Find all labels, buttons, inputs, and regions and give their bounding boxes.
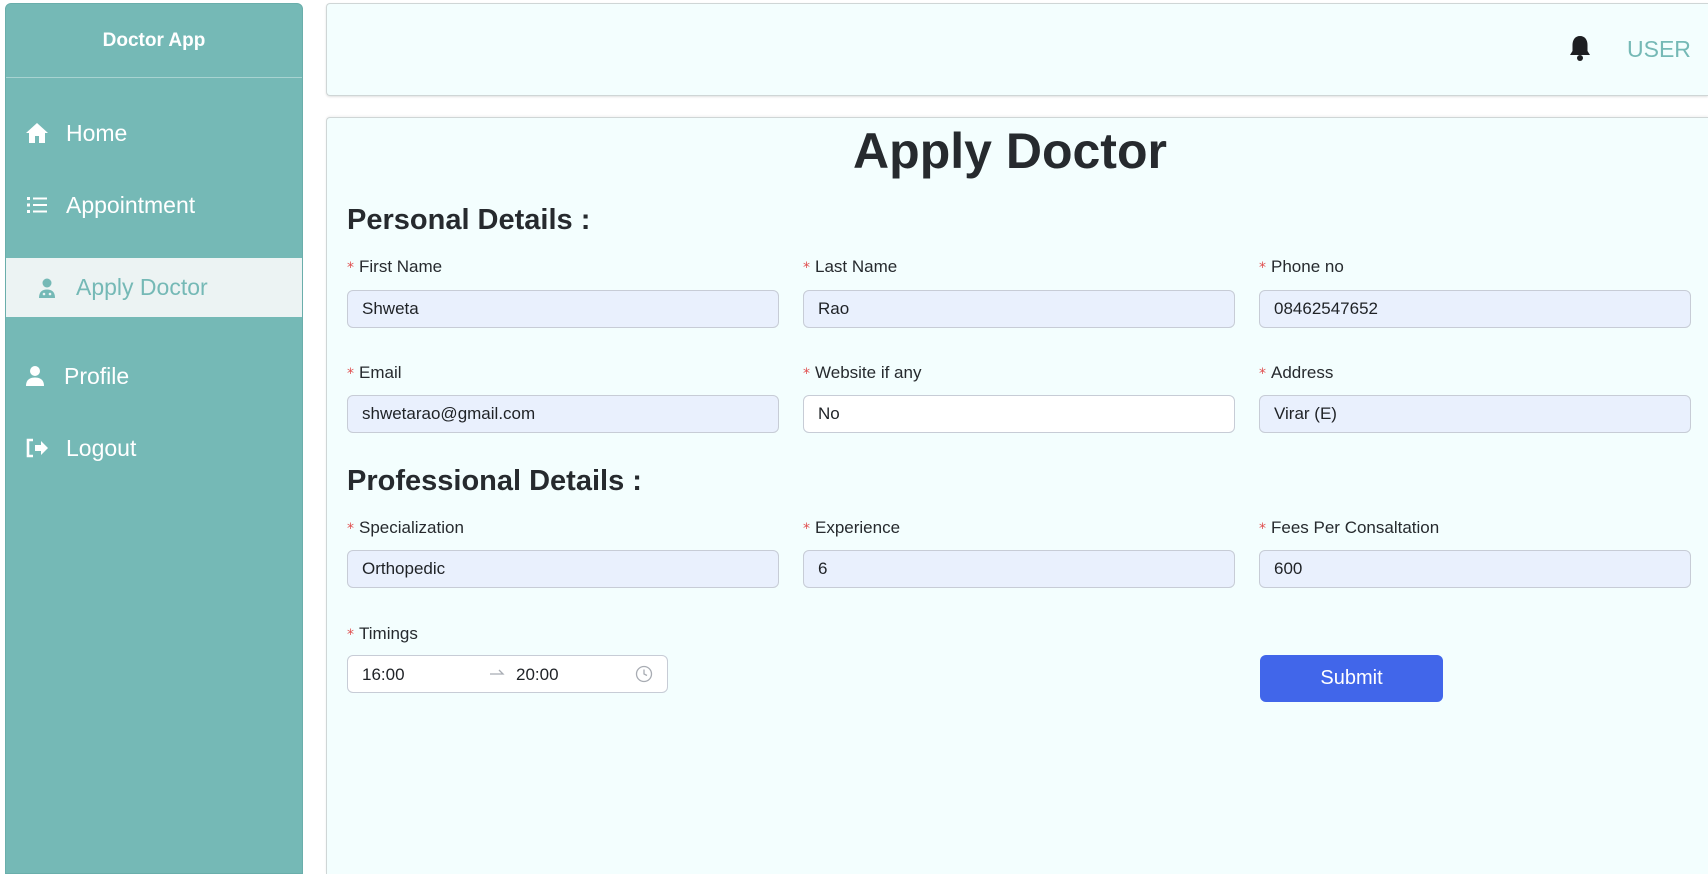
experience-field[interactable]: 6 — [803, 550, 1235, 588]
timings-label: * Timings — [347, 624, 418, 643]
experience-label: * Experience — [803, 518, 901, 537]
brand-title: Doctor App — [6, 4, 302, 78]
list-icon — [24, 192, 50, 218]
sidebar-item-home[interactable]: Home — [6, 105, 302, 161]
submit-button[interactable]: Submit — [1260, 655, 1443, 702]
phone-field[interactable]: 08462547652 — [1259, 290, 1691, 328]
sidebar-item-label: Home — [66, 119, 128, 146]
sidebar-item-apply-doctor[interactable]: Apply Doctor — [6, 258, 302, 317]
address-label: * Address — [1259, 363, 1334, 382]
email-field[interactable]: shwetarao@gmail.com — [347, 395, 779, 433]
fees-label: * Fees Per Consaltation — [1259, 518, 1440, 537]
sidebar: Doctor App Home Appointment Apply Doctor… — [5, 3, 303, 874]
specialization-label: * Specialization — [347, 518, 464, 537]
home-icon — [24, 120, 50, 146]
website-field[interactable]: No — [803, 395, 1235, 433]
phone-label: * Phone no — [1259, 257, 1344, 276]
sidebar-item-label: Apply Doctor — [76, 274, 208, 300]
last-name-field[interactable]: Rao — [803, 290, 1235, 328]
sidebar-item-logout[interactable]: Logout — [6, 420, 302, 476]
timing-start-input[interactable]: 16:00 — [362, 665, 405, 685]
range-arrow-icon — [489, 664, 505, 684]
sidebar-item-appointment[interactable]: Appointment — [6, 177, 302, 233]
bell-icon[interactable] — [1568, 34, 1592, 62]
sidebar-item-label: Appointment — [66, 191, 196, 218]
apply-doctor-form: Apply Doctor Personal Details : * First N… — [326, 117, 1708, 874]
user-icon — [22, 363, 48, 389]
timings-range-picker[interactable]: 16:00 20:00 — [347, 655, 668, 693]
email-label: * Email — [347, 363, 402, 382]
fees-field[interactable]: 600 — [1259, 550, 1691, 588]
last-name-label: * Last Name — [803, 257, 898, 276]
personal-details-heading: Personal Details : — [347, 204, 591, 236]
user-label[interactable]: USER — [1627, 36, 1691, 63]
sidebar-item-label: Profile — [64, 362, 130, 389]
first-name-field[interactable]: Shweta — [347, 290, 779, 328]
doctor-icon — [34, 275, 60, 301]
app-root: Doctor App Home Appointment Apply Doctor… — [0, 0, 1708, 874]
sidebar-item-label: Logout — [66, 434, 137, 461]
address-field[interactable]: Virar (E) — [1259, 395, 1691, 433]
logout-icon — [24, 435, 50, 461]
sidebar-item-profile[interactable]: Profile — [6, 348, 302, 404]
clock-icon — [635, 665, 653, 688]
first-name-label: * First Name — [347, 257, 443, 276]
professional-details-heading: Professional Details : — [347, 465, 642, 497]
page-title: Apply Doctor — [853, 123, 1167, 179]
timing-end-input[interactable]: 20:00 — [516, 665, 559, 685]
specialization-field[interactable]: Orthopedic — [347, 550, 779, 588]
top-header: USER — [326, 3, 1708, 96]
website-label: * Website if any — [803, 363, 922, 382]
